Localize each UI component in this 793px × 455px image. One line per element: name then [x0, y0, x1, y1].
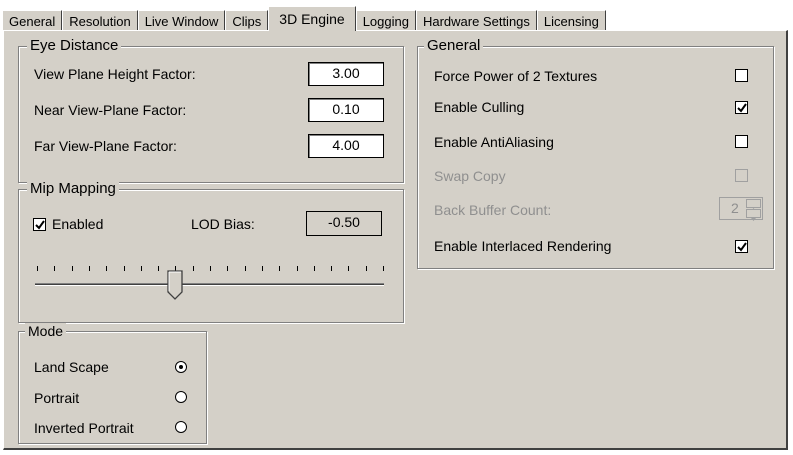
- tab-general[interactable]: General: [2, 10, 63, 31]
- mip-mapping-title: Mip Mapping: [27, 181, 119, 197]
- force-pow2-label: Force Power of 2 Textures: [434, 68, 598, 84]
- mip-mapping-group: Mip Mapping Enabled LOD Bias: -0.50: [18, 181, 404, 323]
- far-view-plane-field[interactable]: 4.00: [308, 134, 384, 158]
- swap-copy-checkbox: [735, 169, 748, 182]
- mode-landscape-label: Land Scape: [34, 359, 109, 375]
- tab-logging[interactable]: Logging: [355, 10, 416, 31]
- eye-distance-group: Eye Distance View Plane Height Factor: 3…: [18, 38, 404, 183]
- mode-landscape-radio[interactable]: [175, 361, 187, 373]
- general-group: General Force Power of 2 Textures Enable…: [417, 38, 774, 269]
- mode-portrait-label: Portrait: [34, 390, 80, 406]
- slider-tick: [297, 266, 298, 271]
- slider-tick: [279, 266, 280, 271]
- tab-3d-engine[interactable]: 3D Engine: [268, 6, 356, 31]
- enable-culling-checkbox[interactable]: [735, 101, 748, 114]
- eye-distance-title: Eye Distance: [27, 38, 122, 54]
- interlaced-rendering-label: Enable Interlaced Rendering: [434, 238, 612, 254]
- slider-track: [35, 283, 384, 286]
- slider-tick: [262, 266, 263, 271]
- mode-inverted-portrait-radio[interactable]: [175, 421, 187, 433]
- arrow-down-icon: [751, 218, 756, 221]
- slider-tick: [331, 266, 332, 271]
- slider-tick: [124, 266, 125, 271]
- lod-bias-value: -0.50: [306, 211, 382, 236]
- mode-inverted-portrait-label: Inverted Portrait: [34, 420, 134, 436]
- mode-portrait-radio[interactable]: [175, 391, 187, 403]
- back-buffer-count-label: Back Buffer Count:: [434, 202, 552, 218]
- near-view-plane-label: Near View-Plane Factor:: [34, 102, 187, 118]
- interlaced-rendering-checkbox[interactable]: [735, 240, 748, 253]
- slider-tick: [89, 266, 90, 271]
- radio-dot-icon: [179, 365, 183, 369]
- near-view-plane-field[interactable]: 0.10: [308, 98, 384, 122]
- slider-tick: [54, 266, 55, 271]
- spin-up-button: [746, 199, 761, 211]
- general-title: General: [424, 38, 484, 54]
- swap-copy-label: Swap Copy: [434, 168, 506, 184]
- back-buffer-count-spinner: 2: [719, 197, 763, 221]
- far-view-plane-label: Far View-Plane Factor:: [34, 138, 177, 154]
- tab-page-3d-engine: Eye Distance View Plane Height Factor: 3…: [3, 30, 788, 450]
- checkmark-icon: [737, 103, 747, 113]
- tab-licensing[interactable]: Licensing: [536, 10, 606, 31]
- slider-tick: [193, 266, 194, 271]
- slider-tick: [348, 266, 349, 271]
- spin-down-button: [746, 209, 761, 221]
- view-plane-height-label: View Plane Height Factor:: [34, 66, 196, 82]
- lod-bias-label: LOD Bias:: [191, 216, 255, 232]
- slider-tick: [72, 266, 73, 271]
- mode-group: Mode Land Scape Portrait Inverted Portra…: [18, 323, 207, 444]
- force-pow2-checkbox[interactable]: [735, 69, 748, 82]
- slider-tick: [158, 266, 159, 271]
- slider-tick: [141, 266, 142, 271]
- slider-tick: [366, 266, 367, 271]
- enable-culling-label: Enable Culling: [434, 99, 525, 115]
- slider-tick: [383, 266, 384, 271]
- slider-tick: [106, 266, 107, 271]
- mip-enabled-label: Enabled: [52, 216, 104, 232]
- view-plane-height-field[interactable]: 3.00: [308, 62, 384, 86]
- slider-tick: [37, 266, 38, 271]
- enable-antialiasing-checkbox[interactable]: [735, 135, 748, 148]
- slider-tick: [210, 266, 211, 271]
- checkmark-icon: [737, 242, 747, 252]
- tab-hardware-settings[interactable]: Hardware Settings: [415, 10, 537, 31]
- tab-resolution[interactable]: Resolution: [62, 10, 138, 31]
- slider-tick: [227, 266, 228, 271]
- slider-thumb[interactable]: [167, 270, 184, 300]
- enable-antialiasing-label: Enable AntiAliasing: [434, 134, 554, 150]
- slider-tick: [314, 266, 315, 271]
- slider-tick: [245, 266, 246, 271]
- tab-clips[interactable]: Clips: [225, 10, 269, 31]
- slider-ticks: [37, 266, 384, 272]
- checkmark-icon: [35, 220, 45, 230]
- mode-title: Mode: [25, 323, 67, 339]
- tab-strip: General Resolution Live Window Clips 3D …: [2, 6, 606, 31]
- mip-enabled-checkbox[interactable]: [33, 218, 46, 231]
- back-buffer-count-value: 2: [731, 200, 739, 216]
- tab-live-window[interactable]: Live Window: [137, 10, 226, 31]
